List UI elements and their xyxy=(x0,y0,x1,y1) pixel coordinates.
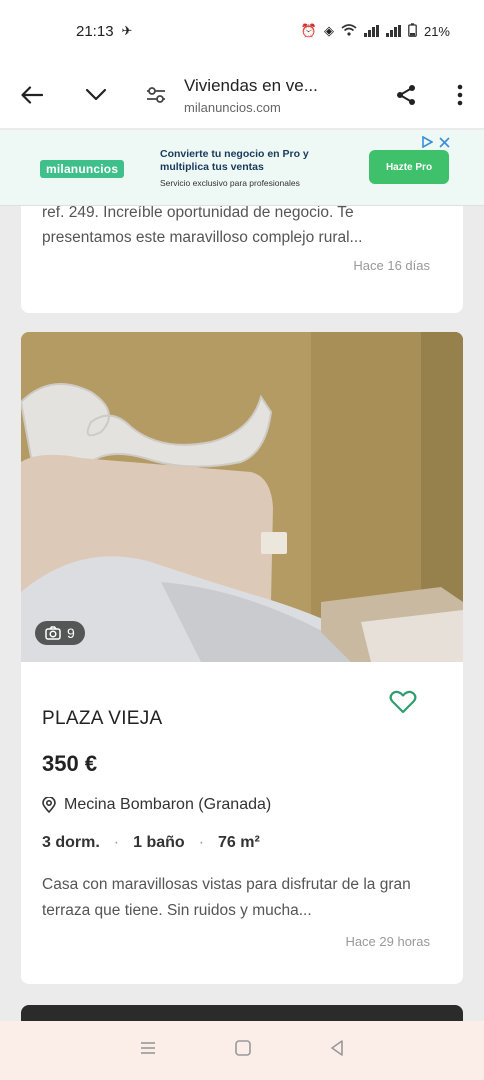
listing-features: 3 dorm. · 1 baño · 76 m² xyxy=(42,834,260,852)
page-settings-icon[interactable] xyxy=(136,75,176,115)
chevron-down-icon[interactable] xyxy=(76,75,116,115)
system-nav-bar xyxy=(0,1021,484,1080)
separator-dot: · xyxy=(113,834,120,851)
ad-choices-icon[interactable] xyxy=(421,136,433,148)
alarm-icon: ⏰ xyxy=(300,23,317,38)
listing-card[interactable]: 9 PLAZA VIEJA 350 € Mecina Bombaron (Gra… xyxy=(21,332,463,984)
browser-toolbar: Viviendas en ve... milanuncios.com xyxy=(0,62,484,128)
listing-location: Mecina Bombaron (Granada) xyxy=(42,796,271,814)
share-icon[interactable] xyxy=(386,75,426,115)
url-bar[interactable]: Viviendas en ve... milanuncios.com xyxy=(184,76,364,115)
listing-description: Casa con maravillosas vistas para disfru… xyxy=(42,876,411,919)
more-vert-icon[interactable] xyxy=(440,75,480,115)
photo-count: 9 xyxy=(67,625,75,641)
photo-count-badge: 9 xyxy=(35,621,85,645)
status-bar: 21:13 ✈ ⏰ ◈ 21% xyxy=(0,0,484,62)
listing-title[interactable]: PLAZA VIEJA xyxy=(42,708,163,730)
battery-percent: 21% xyxy=(423,23,450,39)
ad-cta-button[interactable]: Hazte Pro xyxy=(369,150,449,184)
feature-bedrooms: 3 dorm. xyxy=(42,834,100,851)
page-title: Viviendas en ve... xyxy=(184,75,318,95)
listing-description: ref. 249. Increíble oportunidad de negoc… xyxy=(42,204,363,246)
back-arrow-icon[interactable] xyxy=(12,75,52,115)
listing-card-previous[interactable]: ref. 249. Increíble oportunidad de negoc… xyxy=(21,190,463,313)
ad-headline: Convierte tu negocio en Pro y multiplica… xyxy=(160,148,309,173)
listing-price: 350 € xyxy=(42,751,98,776)
wifi-icon xyxy=(341,23,357,39)
heart-outline-icon[interactable] xyxy=(389,690,417,719)
feature-bathrooms: 1 baño xyxy=(133,834,185,851)
nfc-icon: ◈ xyxy=(323,23,334,38)
battery-icon xyxy=(408,22,417,40)
location-pin-icon xyxy=(42,797,56,813)
signal-icon xyxy=(363,25,379,37)
ad-subtext: Servicio exclusivo para profesionales xyxy=(160,178,300,188)
home-icon[interactable] xyxy=(234,1039,252,1062)
camera-icon xyxy=(45,626,61,640)
page-domain: milanuncios.com xyxy=(184,99,281,115)
recents-icon[interactable] xyxy=(139,1040,157,1061)
location-text: Mecina Bombaron (Granada) xyxy=(64,796,272,813)
ad-banner[interactable]: milanuncios Convierte tu negocio en Pro … xyxy=(0,130,484,206)
separator-dot: · xyxy=(198,834,205,851)
back-icon[interactable] xyxy=(329,1039,345,1062)
ad-logo: milanuncios xyxy=(40,160,125,178)
listing-time: Hace 16 días xyxy=(353,258,430,273)
airplane-icon: ✈ xyxy=(121,23,133,38)
feature-area: 76 m² xyxy=(218,834,260,851)
listing-photo[interactable]: 9 xyxy=(21,332,463,662)
listing-time: Hace 29 horas xyxy=(345,934,430,949)
signal-icon-2 xyxy=(385,25,401,37)
close-icon[interactable] xyxy=(439,136,450,148)
status-time: 21:13 xyxy=(76,22,114,40)
